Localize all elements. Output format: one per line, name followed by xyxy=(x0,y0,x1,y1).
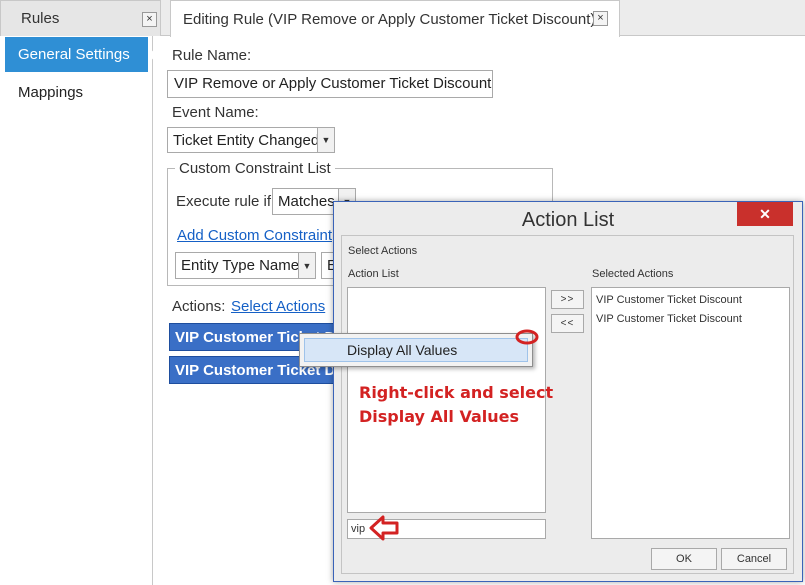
annotation-arrow-left-icon xyxy=(369,515,399,541)
annotation-circle-icon xyxy=(515,329,539,345)
annotation-line: Display All Values xyxy=(359,407,520,426)
annotation-text: Right-click and select Display All Value… xyxy=(359,381,553,429)
annotation-line: Right-click and select xyxy=(359,383,554,402)
annotation-overlay xyxy=(369,329,539,541)
